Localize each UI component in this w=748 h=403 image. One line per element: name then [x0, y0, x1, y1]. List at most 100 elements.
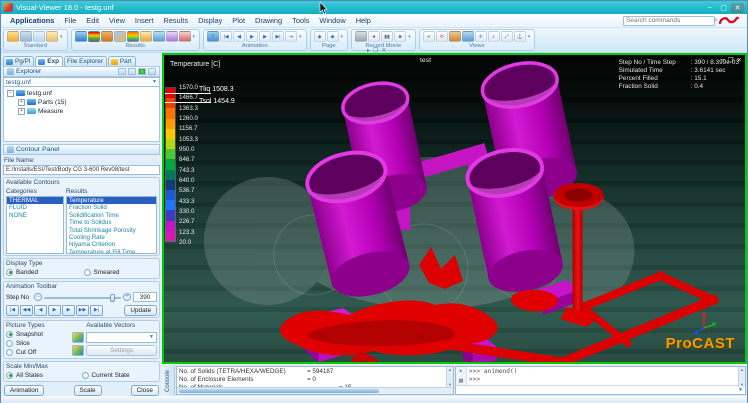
zoom-box-icon[interactable]: ⤢ — [501, 31, 513, 42]
tree-item-parts[interactable]: + Parts (15) — [7, 98, 159, 107]
open-icon[interactable] — [7, 31, 19, 42]
animation-button[interactable]: Animation — [4, 385, 44, 396]
pause-icon[interactable]: ▮▮ — [381, 31, 393, 42]
radio-slice[interactable]: Slice — [6, 339, 70, 348]
tab-pgpl[interactable]: Pg/Pl — [3, 56, 34, 66]
paste-icon[interactable] — [46, 31, 58, 42]
menu-plot[interactable]: Plot — [227, 16, 250, 25]
search-commands-box[interactable]: ⌕ — [623, 16, 715, 26]
result-item[interactable]: Niyama Criterion — [67, 241, 156, 248]
radio-current-state[interactable]: Current State — [82, 371, 158, 380]
collapse-icon[interactable]: − — [7, 90, 14, 97]
menu-view[interactable]: View — [104, 16, 130, 25]
menu-edit[interactable]: Edit — [81, 16, 104, 25]
file-name-field[interactable]: E:/Installs/ESI/Test/Body CG 3-600 Rev08… — [3, 165, 160, 175]
close-panel-button[interactable]: Close — [131, 385, 159, 396]
cutoff-tool-icon[interactable] — [72, 345, 84, 356]
result-item[interactable]: Cooling Rate — [67, 234, 156, 241]
tab-part[interactable]: Part — [108, 56, 136, 66]
vector-icon[interactable] — [101, 31, 113, 42]
category-item[interactable]: THERMAL — [7, 197, 63, 204]
anchor-icon[interactable]: ⚓ — [514, 31, 526, 42]
legend-icon[interactable] — [127, 31, 139, 42]
sort-tree-icon[interactable] — [128, 68, 136, 75]
python-console[interactable]: ▸▦ >>> animend() >>> ▼ ▲▼ — [455, 366, 746, 395]
slice-tool-icon[interactable] — [72, 332, 84, 343]
filter-tree-icon[interactable] — [118, 68, 126, 75]
expand-icon[interactable]: + — [18, 99, 25, 106]
record-icon[interactable]: ● — [368, 31, 380, 42]
menu-tools[interactable]: Tools — [287, 16, 314, 25]
next-page-icon[interactable]: ◆ — [327, 31, 339, 42]
messages-vertical-scrollbar[interactable]: ▲▼ — [446, 367, 453, 387]
film-icon[interactable] — [355, 31, 367, 42]
radio-banded[interactable]: Banded — [6, 268, 80, 277]
close-button[interactable]: ✕ — [731, 3, 744, 13]
axis-icon[interactable]: ⚹ — [423, 31, 435, 42]
close-panel-icon[interactable]: ✕ — [381, 47, 386, 54]
filter-icon[interactable] — [179, 31, 191, 42]
console-vertical-scrollbar[interactable]: ▲▼ — [738, 367, 745, 387]
vectors-combo[interactable]: ▼ — [86, 332, 157, 343]
scale-button[interactable]: Scale — [74, 385, 102, 396]
new-plot-icon[interactable] — [75, 31, 87, 42]
console-input[interactable]: ▼ — [456, 385, 745, 394]
record-overflow-icon[interactable]: ▾ — [408, 34, 411, 40]
console-tab[interactable]: Console — [162, 365, 175, 396]
step-forward-button[interactable]: ▶ — [62, 305, 75, 316]
settings-button[interactable]: Settings — [86, 345, 157, 356]
minimize-button[interactable]: – — [703, 3, 716, 13]
float-icon[interactable]: ❐ — [373, 47, 378, 54]
console-settings-icon[interactable]: ▦ — [459, 378, 464, 384]
maximize-button[interactable]: ▢ — [717, 3, 730, 13]
radio-snapshot[interactable]: Snapshot — [6, 330, 70, 339]
update-button[interactable]: Update — [124, 305, 157, 316]
play-button[interactable]: ▶ — [48, 305, 61, 316]
fast-forward-button[interactable]: ▶▶ — [76, 305, 89, 316]
export-anim-icon[interactable]: ⇥ — [285, 31, 297, 42]
search-input[interactable] — [626, 17, 714, 24]
menu-insert[interactable]: Insert — [130, 16, 158, 25]
step-back-button[interactable]: ◀ — [34, 305, 47, 316]
go-last-button[interactable]: ▶| — [90, 305, 103, 316]
views-overflow-icon[interactable]: ▾ — [528, 34, 531, 40]
result-item[interactable]: Total Shrinkage Porosity — [67, 227, 156, 234]
messages-horizontal-scrollbar[interactable] — [177, 387, 453, 394]
menu-file[interactable]: File — [59, 16, 81, 25]
menu-drawing[interactable]: Drawing — [250, 16, 287, 25]
last-frame-icon[interactable]: ▶| — [272, 31, 284, 42]
results-overflow-icon[interactable]: ▾ — [193, 34, 196, 40]
expand-icon[interactable]: + — [18, 108, 25, 115]
section-icon[interactable] — [114, 31, 126, 42]
export-icon[interactable] — [140, 31, 152, 42]
pan-icon[interactable] — [462, 31, 474, 42]
frame-icon[interactable]: T — [207, 31, 219, 42]
fast-back-button[interactable]: ◀◀ — [20, 305, 33, 316]
casting-3d-model[interactable] — [164, 55, 745, 362]
menu-applications[interactable]: Applications — [5, 16, 59, 25]
messages-pane[interactable]: No. of Solids (TETRA/HEXA/WEDGE)= 594187… — [176, 366, 454, 395]
tab-exp[interactable]: Exp — [35, 56, 63, 66]
menu-results[interactable]: Results — [158, 16, 193, 25]
category-item[interactable]: NONE — [7, 212, 63, 219]
notes-icon[interactable] — [148, 68, 156, 75]
probe-icon[interactable] — [153, 31, 165, 42]
stop-icon[interactable]: ■ — [394, 31, 406, 42]
move-icon[interactable]: ✛ — [475, 31, 487, 42]
step-increment-button[interactable]: + — [123, 293, 131, 301]
page-overflow-icon[interactable]: ▾ — [341, 34, 344, 40]
menu-display[interactable]: Display — [193, 16, 227, 25]
standard-overflow-icon[interactable]: ▾ — [60, 34, 63, 40]
next-frame-icon[interactable]: ▶ — [259, 31, 271, 42]
contour-icon[interactable] — [88, 31, 100, 42]
animation-overflow-icon[interactable]: ▾ — [299, 34, 302, 40]
slider-thumb[interactable] — [110, 294, 115, 302]
first-frame-icon[interactable]: |◀ — [220, 31, 232, 42]
spin-icon[interactable] — [449, 31, 461, 42]
radio-all-states[interactable]: All States — [6, 371, 82, 380]
radio-cutoff[interactable]: Cut Off — [6, 348, 70, 357]
menu-help[interactable]: Help — [351, 16, 376, 25]
zoom-icon[interactable]: ⌕ — [488, 31, 500, 42]
refresh-icon[interactable] — [138, 68, 146, 75]
play-icon[interactable]: ▶ — [246, 31, 258, 42]
